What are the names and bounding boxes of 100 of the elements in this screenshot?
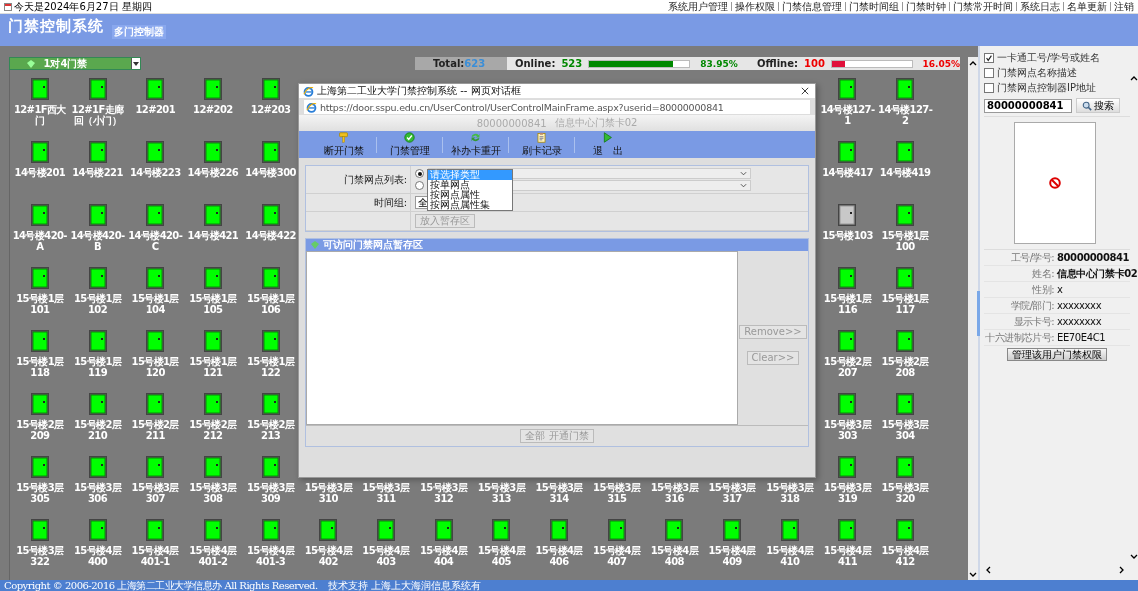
door-label: 15号楼3层312 — [419, 482, 469, 504]
door-label: 15号楼1层102 — [72, 293, 123, 315]
door-label: 15号楼3层319 — [822, 482, 873, 504]
door-label: 15号楼1层100 — [880, 230, 930, 252]
menu-link[interactable]: 门禁时间组 — [849, 0, 899, 13]
door-label: 15号楼4层407 — [592, 545, 642, 567]
door-label: 14号楼419 — [878, 167, 932, 178]
field-value: 80000000841 — [1057, 252, 1130, 263]
field-value: x — [1057, 284, 1063, 295]
door-label: 15号楼4层409 — [707, 545, 757, 567]
checkbox-label: 一卡通工号/学号或姓名 — [997, 50, 1101, 65]
door-label: 15号楼4层412 — [880, 545, 930, 567]
dropdown-option[interactable]: 按网点属性集 — [428, 200, 512, 210]
door-label: 15号楼3层304 — [880, 419, 930, 441]
door-label: 15号楼4层408 — [649, 545, 700, 567]
door-label: 14号楼201 — [13, 167, 67, 178]
menu-link[interactable]: 系统日志 — [1020, 0, 1060, 13]
door-label: 14号楼422 — [244, 230, 297, 241]
offline-label: Offline: — [757, 58, 798, 69]
menu-link[interactable]: 注销 — [1114, 0, 1134, 13]
door-label: 15号楼1层105 — [188, 293, 238, 315]
door-label: 15号楼4层400 — [72, 545, 123, 567]
door-label: 15号楼4层405 — [476, 545, 527, 567]
door-label: 15号楼4层401-3 — [245, 545, 296, 567]
door-label: 15号楼3层309 — [245, 482, 296, 504]
menu-link[interactable]: 系统用户管理 — [668, 0, 728, 13]
door-label: 14号楼127-2 — [877, 104, 934, 126]
door-label: 14号楼417 — [821, 167, 874, 178]
field-label: 学院/部门: — [1009, 298, 1055, 313]
door-label: 12#1F走廊回（小门） — [70, 104, 125, 126]
door-label: 15号楼3层305 — [15, 482, 65, 504]
dropdown-option[interactable]: 按网点属性 — [428, 190, 512, 200]
field-value: xxxxxxxx — [1057, 316, 1102, 327]
door-label: 15号楼1层120 — [130, 356, 180, 378]
menu-link[interactable]: 门禁时钟 — [906, 0, 946, 13]
door-label: 14号楼421 — [186, 230, 240, 241]
app-title: 门禁控制系统 — [8, 16, 104, 36]
door-label: 14号楼420-B — [69, 230, 126, 252]
door-label: 12#201 — [134, 104, 176, 115]
toolbar-button[interactable]: 断开门禁 — [311, 131, 376, 158]
address-bar[interactable]: https://door.sspu.edu.cn/UserControl/UserControlMainFrame.aspx?userid=80000000841 — [303, 99, 811, 115]
door-label: 15号楼1层104 — [130, 293, 180, 315]
offline-percent: 16.05% — [922, 58, 960, 69]
door-label: 12#1F西大门 — [12, 104, 67, 126]
door-label: 15号楼1层116 — [822, 293, 873, 315]
door-label: 15号楼1层122 — [245, 356, 296, 378]
door-label: 15号楼4层411 — [822, 545, 873, 567]
checkbox-label: 门禁网点名称描述 — [997, 65, 1077, 80]
door-label: 15号楼3层316 — [649, 482, 700, 504]
door-label: 15号楼3层307 — [130, 482, 180, 504]
menu-link[interactable]: 名单更新 — [1067, 0, 1107, 13]
field-value: 信息中心门禁卡02 — [1057, 266, 1138, 281]
dropdown-option[interactable]: 按单网点 — [428, 180, 512, 190]
door-label: 15号楼4层410 — [765, 545, 815, 567]
toolbar-button[interactable]: 退 出 — [575, 131, 640, 158]
field-label: 性别: — [1031, 282, 1055, 297]
door-label: 14号楼420-C — [127, 230, 184, 252]
door-label: 15号楼2层210 — [72, 419, 123, 441]
field-label: 时间组: — [373, 195, 407, 210]
total-count: 623 — [464, 58, 486, 69]
menu-link[interactable]: 操作权限 — [735, 0, 775, 13]
door-label: 12#203 — [249, 104, 292, 115]
manage-permissions-button[interactable]: 管理该用户门禁权限 — [1007, 348, 1107, 361]
door-label: 15号楼2层208 — [880, 356, 930, 378]
door-label: 15号楼3层308 — [188, 482, 238, 504]
field-label: 十六进制芯片号: — [984, 330, 1055, 345]
door-label: 15号楼1层106 — [245, 293, 296, 315]
search-button[interactable]: 搜索 — [1076, 98, 1120, 113]
online-label: Online: — [515, 58, 556, 69]
door-label: 15号楼2层207 — [822, 356, 873, 378]
door-label: 15号楼3层311 — [361, 482, 411, 504]
door-label: 14号楼226 — [186, 167, 240, 178]
door-label: 15号楼4层401-2 — [188, 545, 238, 567]
door-label: 15号楼2层212 — [188, 419, 238, 441]
door-label: 15号楼3层322 — [15, 545, 65, 567]
date-text: 今天是2024年6月27日 星期四 — [14, 0, 152, 14]
field-label: 姓名: — [1031, 266, 1055, 281]
toolbar-button[interactable]: 刷卡记录 — [509, 131, 574, 158]
field-label: 显示卡号: — [1012, 314, 1055, 329]
toolbar-button[interactable]: 补办卡重开 — [443, 131, 508, 158]
toolbar-button[interactable]: 门禁管理 — [377, 131, 442, 158]
copyright-text: Copyright © 2006-2016 上海第二工业大学信息办 All Rights Reserved. — [4, 580, 318, 591]
door-label: 15号楼2层213 — [245, 419, 296, 441]
total-label: Total: — [433, 58, 465, 69]
door-label: 12#202 — [192, 104, 234, 115]
menu-link[interactable]: 门禁常开时间 — [953, 0, 1013, 13]
door-label: 15号楼3层317 — [707, 482, 757, 504]
door-label: 15号楼3层306 — [72, 482, 123, 504]
door-label: 14号楼127-1 — [819, 104, 876, 126]
door-label: 15号楼4层406 — [534, 545, 584, 567]
online-count: 523 — [561, 58, 583, 69]
search-field[interactable]: 80000000841 — [984, 98, 1072, 113]
door-label: 15号楼4层403 — [361, 545, 411, 567]
door-label: 14号楼223 — [128, 167, 182, 178]
online-percent: 83.95% — [700, 58, 738, 69]
door-label: 15号楼4层402 — [303, 545, 354, 567]
menu-link[interactable]: 门禁信息管理 — [782, 0, 842, 13]
user-name-text: 信息中心门禁卡02 — [554, 116, 638, 130]
door-label: 15号楼1层118 — [15, 356, 65, 378]
door-label: 15号楼1层119 — [72, 356, 123, 378]
